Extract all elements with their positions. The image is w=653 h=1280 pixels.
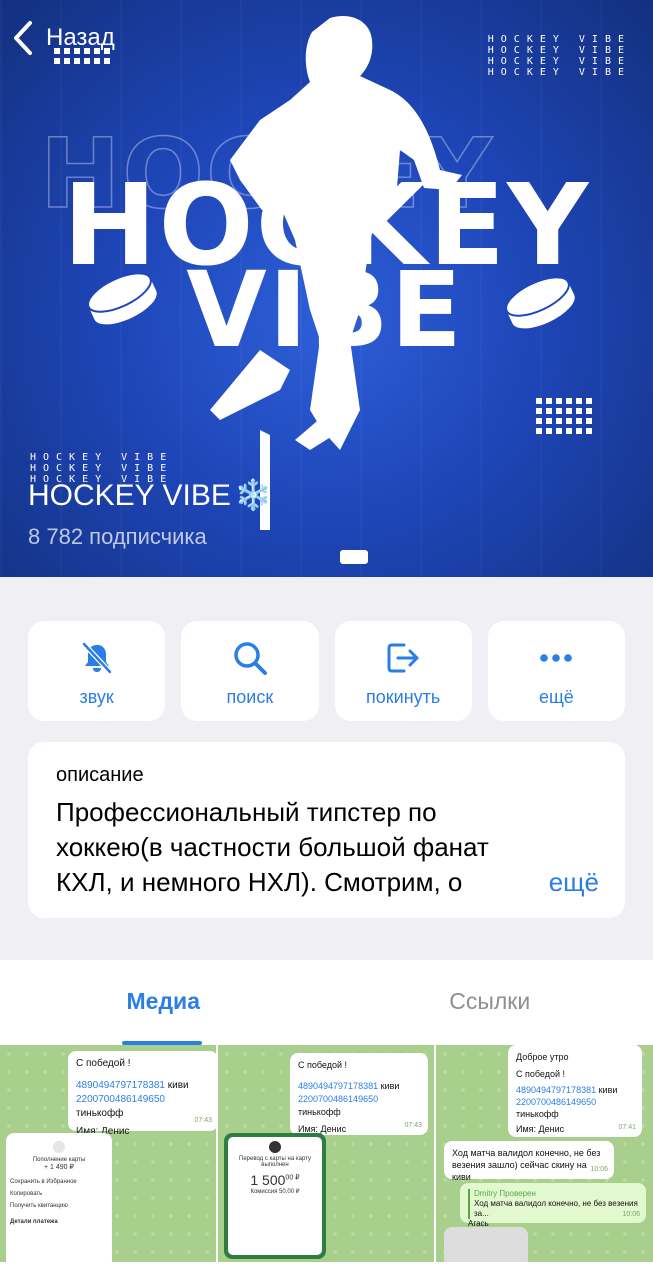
more-icon bbox=[540, 654, 573, 662]
media-grid: С победой ! 4890494797178381 киви 220070… bbox=[0, 1045, 653, 1280]
media-thumbnail[interactable]: С победой ! 4890494797178381 киви 220070… bbox=[218, 1045, 434, 1262]
chevron-left-icon bbox=[14, 21, 32, 55]
tab-media[interactable]: Медиа bbox=[0, 960, 327, 1045]
leave-icon bbox=[387, 643, 419, 673]
banner-tag-top-right: HOCKEY VIBE HOCKEY VIBE HOCKEY VIBE HOCK… bbox=[487, 34, 631, 78]
leave-label: покинуть bbox=[366, 687, 441, 707]
channel-banner: HOCKEY HOCKEY VIBE HOCKEY VIBE HOCKEY VI… bbox=[0, 0, 653, 577]
search-icon bbox=[234, 642, 267, 675]
banner-dots bbox=[536, 398, 592, 434]
search-label: поиск bbox=[226, 687, 274, 707]
tab-links[interactable]: Ссылки bbox=[327, 960, 653, 1045]
media-thumbnail[interactable]: Доброе утро С победой ! 4890494797178381… bbox=[436, 1045, 653, 1262]
puck-icon bbox=[87, 272, 157, 325]
chat-bubble: С победой ! 4890494797178381 киви 220070… bbox=[68, 1051, 216, 1137]
receipt-screenshot: Пополнение карты + 1 490 ₽ Сохранить в И… bbox=[6, 1133, 112, 1262]
chat-reply-bubble: Dmitry Проверен Ход матча валидол конечн… bbox=[460, 1183, 646, 1228]
channel-title-text: HOCKEY VIBE bbox=[28, 478, 231, 512]
subscriber-count: 8 782 подписчика bbox=[28, 524, 207, 549]
more-button[interactable]: ещё bbox=[487, 621, 625, 721]
chat-bubble: С победой ! 4890494797178381 киви 220070… bbox=[290, 1053, 428, 1135]
channel-title: HOCKEY VIBE ❄️ bbox=[28, 478, 272, 513]
banner-logo-vibe: VIBE bbox=[186, 249, 464, 371]
media-tabs: Медиа Ссылки bbox=[0, 960, 653, 1045]
channel-actions: звук поиск покинуть ещё bbox=[28, 621, 625, 721]
search-button[interactable]: поиск bbox=[181, 621, 319, 721]
description-text: Профессиональный типстер по хоккею(в час… bbox=[56, 797, 489, 897]
bell-muted-icon bbox=[81, 642, 112, 674]
chat-bubble: Доброе утро С победой ! 4890494797178381… bbox=[508, 1045, 642, 1137]
description-more-link[interactable]: ещё bbox=[508, 867, 599, 898]
transfer-screenshot: Перевод с карты на карту выполнен 1 5000… bbox=[224, 1133, 326, 1259]
description-card: описание Профессиональный типстер по хок… bbox=[28, 742, 625, 918]
back-button[interactable]: Назад bbox=[12, 20, 115, 56]
screenshot-preview bbox=[444, 1227, 528, 1262]
media-thumbnail[interactable]: С победой ! 4890494797178381 киви 220070… bbox=[0, 1045, 216, 1262]
back-label: Назад bbox=[46, 24, 115, 51]
description-title: описание bbox=[56, 764, 144, 786]
snowflake-icon: ❄️ bbox=[234, 479, 273, 512]
more-label: ещё bbox=[538, 687, 574, 707]
mute-button[interactable]: звук bbox=[28, 621, 166, 721]
mute-label: звук bbox=[79, 687, 114, 707]
puck-icon bbox=[505, 276, 575, 329]
leave-button[interactable]: покинуть bbox=[334, 621, 472, 721]
chat-bubble: Ход матча валидол конечно, не без везени… bbox=[444, 1141, 614, 1182]
